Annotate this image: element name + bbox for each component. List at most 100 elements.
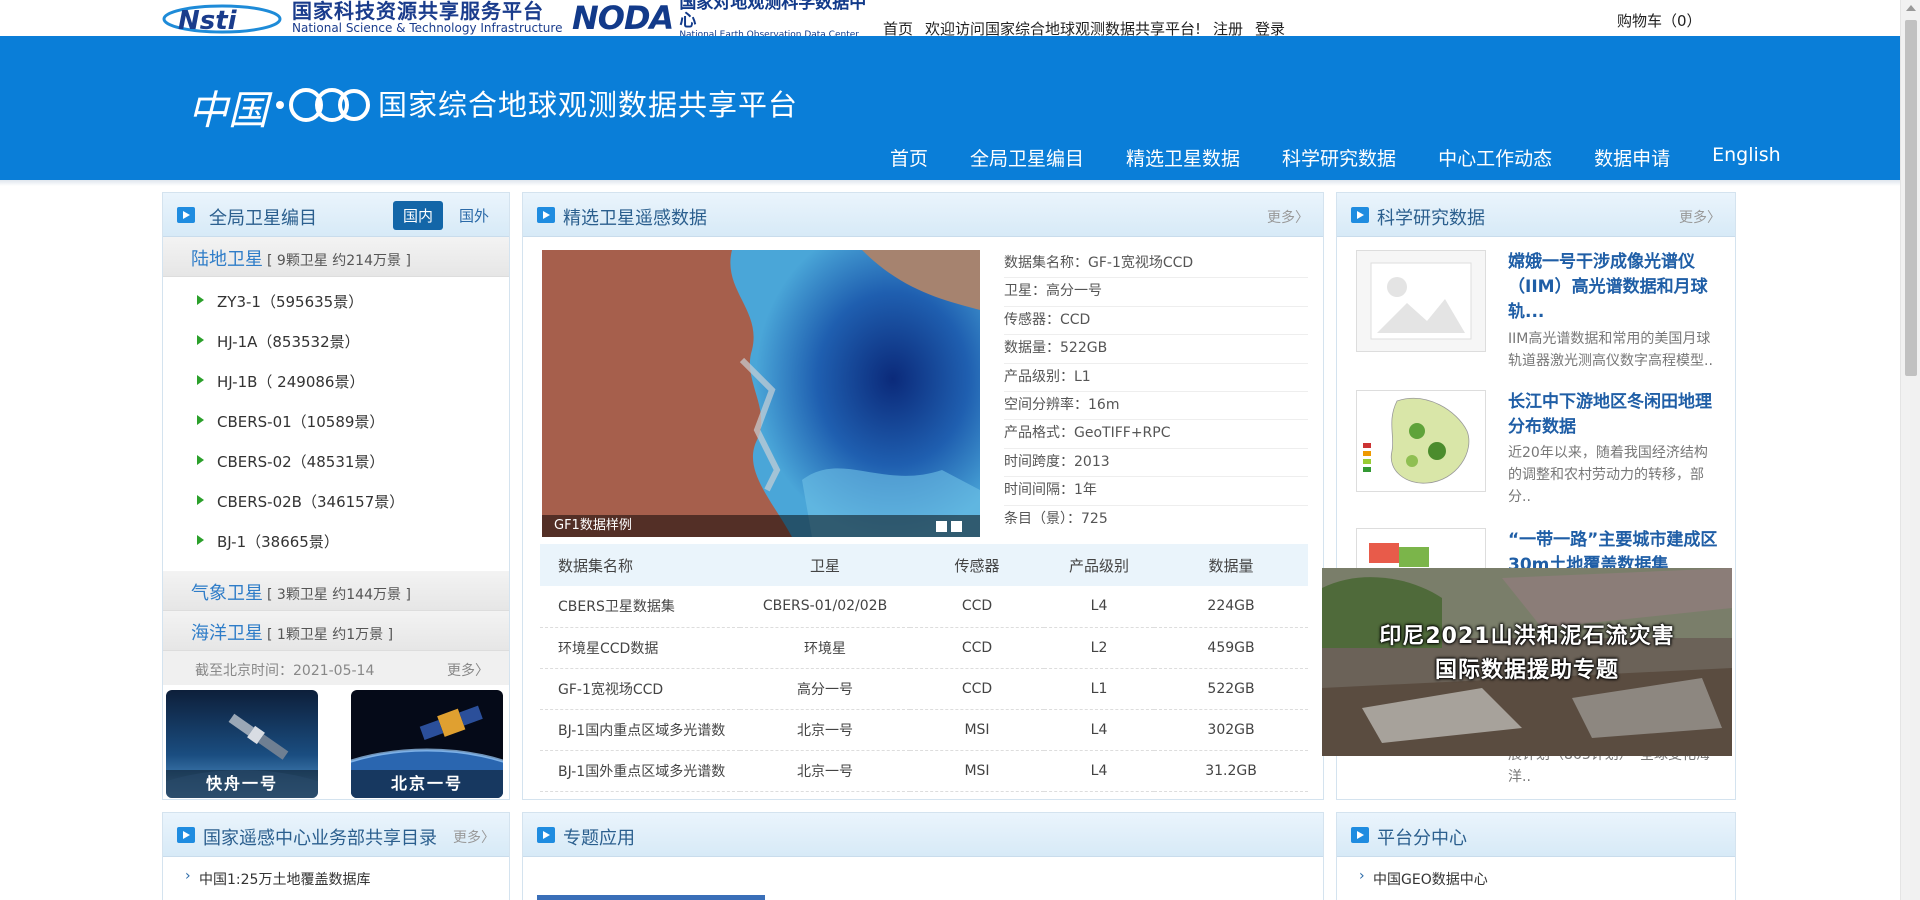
tab-foreign[interactable]: 国外 [449, 201, 499, 230]
page-scrollbar[interactable] [1900, 0, 1920, 900]
disaster-topic-popup[interactable]: 印尼2021山洪和泥石流灾害国际数据援助专题 [1322, 568, 1732, 756]
selected-data-title: 精选卫星遥感数据 [563, 208, 707, 229]
satellite-imagery-picture [542, 250, 980, 537]
card-beijing-1[interactable]: 北京一号 [351, 690, 503, 798]
scroll-up-arrow-icon[interactable] [1906, 5, 1916, 11]
satellite-item-cbers-01[interactable]: CBERS-01（10589景） [163, 407, 509, 447]
nav-selected-satellite-data[interactable]: 精选卫星数据 [1126, 144, 1240, 171]
news-desc: 近20年以来，随着我国经济结构的调整和农村劳动力的转移，部分.. [1508, 445, 1708, 505]
table-header-row: 数据集名称 卫星 传感器 产品级别 数据量 [540, 544, 1308, 586]
catalog-date-text: 截至北京时间：2021-05-14 [195, 663, 375, 679]
meta-row: 条目（景）：725 [1004, 510, 1108, 527]
banner-shadow [0, 180, 1900, 186]
table-row[interactable]: BJ-1国外重点区域多光谱数 北京一号 MSI L4 31.2GB [540, 750, 1308, 792]
satellite-item-zy3-1[interactable]: ZY3-1（595635景） [163, 287, 509, 327]
meta-row: 时间间隔：1年 [1004, 477, 1308, 506]
news-title[interactable]: “一带一路”主要城市建成区30m土地覆盖数据集 [1508, 528, 1718, 568]
remote-sensing-more-link[interactable]: 更多〉 [453, 827, 495, 847]
satellite-item-cbers-02b[interactable]: CBERS-02B（346157景） [163, 487, 509, 527]
green-triangle-icon [197, 415, 204, 425]
noda-logo-mark: NODA [572, 0, 674, 37]
category-ocean-satellites[interactable]: 海洋卫星[ 1颗卫星 约1万景 ] [163, 611, 509, 651]
green-triangle-icon [197, 295, 204, 305]
meta-row: 数据量：522GB [1004, 335, 1308, 364]
thematic-applications-header: 专题应用 [523, 813, 1323, 857]
category-weather-satellites[interactable]: 气象卫星[ 3颗卫星 约144万景 ] [163, 571, 509, 611]
meta-row: 产品格式：GeoTIFF+RPC [1004, 420, 1308, 449]
gf1-sample-image[interactable]: GF1数据样例 [542, 250, 980, 537]
news-item-1[interactable]: 嫦娥一号干涉成像光谱仪（IIM）高光谱数据和月球轨... IIM高光谱数据和常用… [1356, 250, 1716, 380]
satellite-item-hj-1a[interactable]: HJ-1A（853532景） [163, 327, 509, 367]
selected-data-more-link[interactable]: 更多〉 [1267, 207, 1309, 227]
subcenter-list-item[interactable]: 中国GEO数据中心 [1337, 868, 1735, 889]
table-row[interactable]: GF-1宽视场CCD 高分一号 CCD L1 522GB [540, 668, 1308, 710]
global-catalog-title: 全局卫星编目 [209, 208, 317, 229]
col-sensor: 传感器 [910, 544, 1044, 586]
satellite-item-bj-1[interactable]: BJ-1（38665景） [163, 527, 509, 567]
table-row[interactable]: CBERS卫星数据集 CBERS-01/02/02B CCD L4 224GB [540, 586, 1308, 628]
col-data-size: 数据量 [1154, 544, 1308, 586]
nav-data-request[interactable]: 数据申请 [1594, 144, 1670, 171]
nsti-cn-name: 国家科技资源共享服务平台 [292, 0, 544, 24]
header-banner: 中国 国家综合地球观测数据共享平台 首页 全局卫星编目 精选卫星数据 科学研究数… [0, 36, 1900, 180]
cart-link[interactable]: 购物车（0） [1617, 10, 1702, 31]
thematic-applications-title: 专题应用 [563, 828, 635, 849]
green-triangle-icon [197, 375, 204, 385]
global-catalog-header: 全局卫星编目 国内 国外 [163, 193, 509, 237]
meta-row: 传感器：CCD [1004, 307, 1308, 336]
col-product-level: 产品级别 [1044, 544, 1154, 586]
noda-logo[interactable]: NODA 国家对地观测科学数据中心 National Earth Observa… [572, 0, 872, 40]
noda-cn-name: 国家对地观测科学数据中心 [679, 0, 867, 32]
card-kuaizhou-1[interactable]: 快舟一号 [166, 690, 318, 798]
research-data-more-link[interactable]: 更多〉 [1679, 207, 1721, 227]
tab-domestic[interactable]: 国内 [392, 201, 443, 230]
slider-dot-2[interactable] [951, 521, 962, 532]
news-desc: IIM高光谱数据和常用的美国月球轨道器激光测高仪数字高程模型.. [1508, 331, 1713, 369]
research-data-title: 科学研究数据 [1377, 208, 1485, 229]
satellite-item-hj-1b[interactable]: HJ-1B（ 249086景） [163, 367, 509, 407]
nsti-logo[interactable]: Nsti 国家科技资源共享服务平台 National Science & Tec… [162, 0, 572, 35]
nav-english[interactable]: English [1712, 144, 1781, 171]
category-info: [ 1颗卫星 约1万景 ] [267, 627, 394, 643]
map-thumbnail-image [1356, 390, 1486, 492]
nav-research-data[interactable]: 科学研究数据 [1282, 144, 1396, 171]
main-nav: 首页 全局卫星编目 精选卫星数据 科学研究数据 中心工作动态 数据申请 Engl… [890, 144, 1781, 171]
sample-image-caption: GF1数据样例 [542, 515, 980, 537]
catalog-more-link[interactable]: 更多〉 [447, 660, 489, 680]
category-land-satellites[interactable]: 陆地卫星[ 9颗卫星 约214万景 ] [163, 237, 509, 277]
china-geo-logo-text: 中国 [188, 88, 268, 134]
remote-sensing-catalog-panel: 国家遥感中心业务部共享目录 更多〉 中国1:25万土地覆盖数据库 [162, 812, 510, 900]
platform-subcenters-title: 平台分中心 [1377, 828, 1467, 849]
news-item-2[interactable]: 长江中下游地区冬闲田地理分布数据 近20年以来，随着我国经济结构的调整和农村劳动… [1356, 390, 1716, 520]
catalog-list-item[interactable]: 中国1:25万土地覆盖数据库 [163, 868, 509, 889]
meta-row: 空间分辨率：16m [1004, 392, 1308, 421]
china-geo-logo[interactable]: 中国 [188, 78, 370, 136]
panel-arrow-icon [177, 827, 195, 843]
card-label: 快舟一号 [166, 770, 318, 798]
green-triangle-icon [197, 535, 204, 545]
selected-data-header: 精选卫星遥感数据 更多〉 [523, 193, 1323, 237]
card-label: 北京一号 [351, 770, 503, 798]
satellite-item-cbers-02[interactable]: CBERS-02（48531景） [163, 447, 509, 487]
meta-row: 数据集名称：GF-1宽视场CCD [1004, 250, 1308, 279]
table-row[interactable]: 环境星CCD数据 环境星 CCD L2 459GB [540, 627, 1308, 669]
news-title[interactable]: 嫦娥一号干涉成像光谱仪（IIM）高光谱数据和月球轨... [1508, 250, 1718, 325]
dataset-meta: 数据集名称：GF-1宽视场CCD 卫星：高分一号 传感器：CCD 数据量：522… [1004, 250, 1308, 534]
green-triangle-icon [197, 455, 204, 465]
platform-subcenters-header: 平台分中心 [1337, 813, 1735, 857]
panel-arrow-icon [177, 207, 195, 223]
meta-row: 卫星：高分一号 [1004, 278, 1308, 307]
scrollbar-thumb[interactable] [1905, 20, 1917, 376]
slider-dot-1[interactable] [936, 521, 947, 532]
meta-row: 时间跨度：2013 [1004, 449, 1308, 478]
col-dataset-name: 数据集名称 [540, 544, 740, 586]
category-name: 海洋卫星[ 1颗卫星 约1万景 ] [191, 623, 394, 644]
research-data-header: 科学研究数据 更多〉 [1337, 193, 1735, 237]
nav-global-catalog[interactable]: 全局卫星编目 [970, 144, 1084, 171]
table-row[interactable]: BJ-1国内重点区域多光谱数 北京一号 MSI L4 302GB [540, 709, 1308, 751]
nav-center-news[interactable]: 中心工作动态 [1438, 144, 1552, 171]
news-title[interactable]: 长江中下游地区冬闲田地理分布数据 [1508, 390, 1718, 440]
thematic-tab-bar[interactable] [537, 895, 765, 900]
popup-title: 印尼2021山洪和泥石流灾害国际数据援助专题 [1379, 624, 1675, 683]
nav-home[interactable]: 首页 [890, 144, 928, 171]
